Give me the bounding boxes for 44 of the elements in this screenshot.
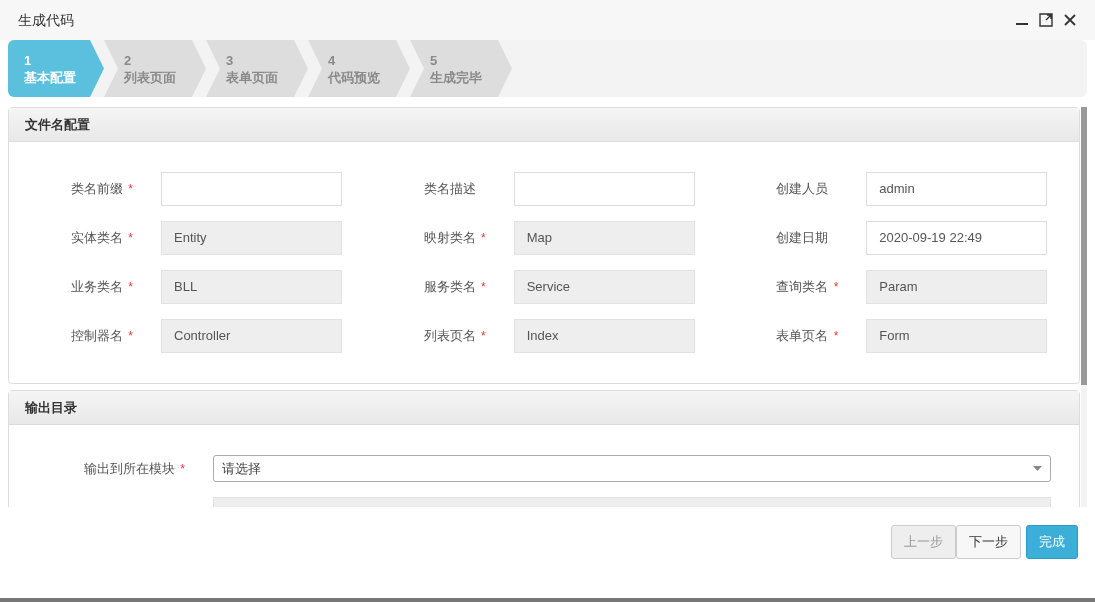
- text-field[interactable]: admin: [866, 172, 1048, 206]
- required-mark: *: [833, 328, 839, 345]
- field-label: 类名前缀: [71, 180, 123, 199]
- text-field[interactable]: Service: [513, 270, 695, 304]
- field-label: 创建人员: [776, 180, 829, 199]
- panel-header: 输出目录: [9, 391, 1079, 425]
- required-mark: *: [128, 181, 133, 198]
- required-mark: *: [128, 230, 133, 247]
- field-label: 创建日期: [776, 229, 829, 248]
- text-field[interactable]: [161, 172, 342, 206]
- close-icon[interactable]: [1063, 13, 1077, 27]
- maximize-icon[interactable]: [1039, 13, 1053, 27]
- field-label: 表单页名: [776, 327, 829, 346]
- dropdown-caret-icon: [1033, 466, 1042, 471]
- field-label: 业务类名: [71, 278, 123, 297]
- text-field[interactable]: BLL: [161, 270, 342, 304]
- required-mark: *: [833, 279, 839, 296]
- required-mark: *: [128, 279, 133, 296]
- step-button[interactable]: 下一步: [956, 525, 1021, 559]
- window-title: 生成代码: [18, 10, 75, 30]
- text-field[interactable]: Form: [866, 319, 1048, 353]
- field-label: 实体类名: [71, 229, 123, 248]
- text-field[interactable]: 2020-09-19 22:49: [866, 221, 1048, 255]
- required-mark: *: [481, 230, 486, 247]
- field-label: 查询类名: [776, 278, 829, 297]
- text-field[interactable]: [513, 172, 695, 206]
- required-mark: *: [481, 328, 486, 345]
- field-label: 类名描述: [423, 180, 476, 199]
- field-label: 列表页名: [423, 327, 476, 346]
- required-mark: *: [481, 279, 486, 296]
- field-label: 控制器名: [71, 327, 123, 346]
- scrollbar-thumb[interactable]: [1081, 107, 1087, 385]
- field-label: 映射类名: [423, 229, 476, 248]
- field-label: 输出到所在模块: [84, 459, 175, 478]
- required-mark: *: [128, 328, 133, 345]
- required-mark: *: [180, 460, 185, 478]
- panel-header: 文件名配置: [9, 108, 1079, 142]
- module-select[interactable]: 请选择: [213, 455, 1051, 482]
- text-field[interactable]: Controller: [161, 319, 342, 353]
- text-field[interactable]: Index: [513, 319, 695, 353]
- text-field[interactable]: Map: [513, 221, 695, 255]
- text-field[interactable]: Param: [866, 270, 1048, 304]
- field-label: 服务类名: [423, 278, 476, 297]
- text-field[interactable]: Entity: [161, 221, 342, 255]
